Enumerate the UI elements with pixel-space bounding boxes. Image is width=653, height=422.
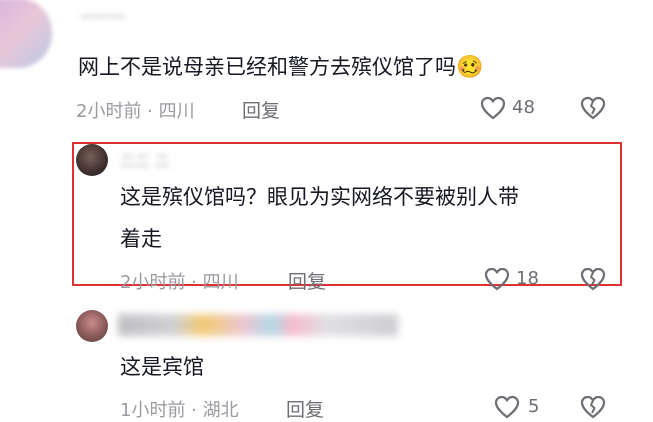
like-count: 48 [512,97,535,118]
comment-meta: 1小时前 · 湖北 [120,400,239,421]
avatar[interactable] [76,310,108,342]
comment-author[interactable]: 一一一一一一 [120,314,210,335]
reply-button[interactable]: 回复 [286,395,324,422]
avatar[interactable] [0,0,52,68]
comment-text: 这是宾馆 [120,355,204,379]
comment-item: 一一一一一一 这是宾馆 1小时前 · 湖北 回复 5 [0,300,653,421]
heart-icon[interactable] [494,395,520,419]
avatar[interactable] [76,144,108,176]
comment-text-line2: 着走 [120,227,162,251]
comment-author[interactable]: 二二 二 [120,150,170,171]
comment-meta: 2小时前 · 四川 [120,272,239,293]
comment-text: 网上不是说母亲已经和警方去殡仪馆了吗🥴 [78,48,483,87]
comment-meta: 2小时前 · 四川 [76,101,195,122]
reply-button[interactable]: 回复 [288,267,326,294]
dislike-icon[interactable] [580,395,606,419]
like-count: 18 [516,268,539,289]
emoji-icon: 🥴 [456,55,484,80]
dislike-icon[interactable] [580,267,606,291]
comment-text: 这是殡仪馆吗？眼见为实网络不要被别人带 [120,185,519,209]
comment-body: 网上不是说母亲已经和警方去殡仪馆了吗 [78,55,456,79]
heart-icon[interactable] [480,96,506,120]
comment-item: 一一一 网上不是说母亲已经和警方去殡仪馆了吗🥴 2小时前 · 四川 回复 48 [0,0,653,130]
comment-author[interactable]: 一一一 [80,6,125,27]
heart-icon[interactable] [484,267,510,291]
dislike-icon[interactable] [580,96,606,120]
comment-item: 二二 二 这是殡仪馆吗？眼见为实网络不要被别人带 着走 2小时前 · 四川 回复… [0,140,653,300]
reply-button[interactable]: 回复 [242,96,280,123]
